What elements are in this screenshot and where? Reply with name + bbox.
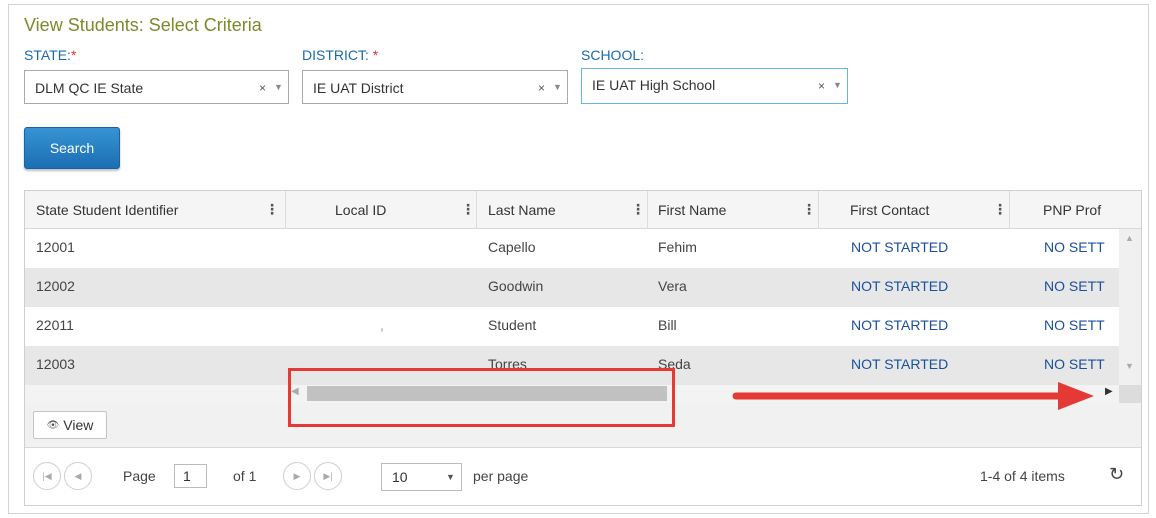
column-title: First Name xyxy=(658,202,727,218)
column-menu-icon[interactable]: ⋮ xyxy=(993,201,1007,218)
column-menu-icon[interactable]: ⋮ xyxy=(802,201,816,218)
search-button[interactable]: Search xyxy=(24,127,120,169)
scroll-corner xyxy=(1119,385,1141,403)
state-select-value: DLM QC IE State xyxy=(35,80,144,96)
school-select[interactable]: IE UAT High School × ▼ xyxy=(581,68,848,104)
vertical-scrollbar[interactable]: ▲ ▼ xyxy=(1119,229,1141,385)
clear-state-icon[interactable]: × xyxy=(259,81,266,95)
page-label: Page xyxy=(123,468,156,484)
column-menu-icon[interactable]: ⋮ xyxy=(461,201,475,218)
table-row[interactable]: 12002 Goodwin Vera NOT STARTED NO SETT xyxy=(25,268,1119,307)
column-menu-icon[interactable]: ⋮ xyxy=(631,201,645,218)
school-label-text: SCHOOL: xyxy=(581,47,645,63)
grid-header: State Student Identifier ⋮ Local ID ⋮ La… xyxy=(25,191,1141,229)
page-size-value: 10 xyxy=(392,469,408,485)
ssid-cell: 12001 xyxy=(36,239,75,255)
page-title: View Students: Select Criteria xyxy=(24,15,262,35)
district-label: DISTRICT: * xyxy=(302,47,378,63)
ssid-cell: 12002 xyxy=(36,278,75,294)
local-id-cell: , xyxy=(380,317,384,333)
column-header-local-id[interactable]: Local ID ⋮ xyxy=(286,191,477,229)
first-contact-link[interactable]: NOT STARTED xyxy=(851,239,948,255)
ssid-cell: 22011 xyxy=(36,317,74,333)
district-select[interactable]: IE UAT District × ▼ xyxy=(302,70,568,104)
table-row[interactable]: 22011 , Student Bill NOT STARTED NO SETT xyxy=(25,307,1119,346)
table-row[interactable]: 12001 Capello Fehim NOT STARTED NO SETT xyxy=(25,229,1119,268)
required-marker: * xyxy=(70,47,77,63)
last-page-icon[interactable]: ▶| xyxy=(314,462,342,490)
annotation-highlight-box xyxy=(288,368,675,427)
district-label-text: DISTRICT: xyxy=(302,47,369,63)
first-page-icon[interactable]: |◀ xyxy=(33,462,61,490)
eye-icon: 👁 xyxy=(46,419,60,431)
first-name-cell: Vera xyxy=(658,278,687,294)
page-count-label: of 1 xyxy=(233,468,257,484)
last-name-cell: Goodwin xyxy=(488,278,544,294)
first-name-cell: Bill xyxy=(658,317,677,333)
chevron-down-icon[interactable]: ▼ xyxy=(833,80,842,90)
page-number-input[interactable]: 1 xyxy=(174,464,207,488)
clear-district-icon[interactable]: × xyxy=(538,81,545,95)
next-page-icon[interactable]: ▶ xyxy=(283,462,311,490)
annotation-arrow xyxy=(732,382,1094,410)
chevron-down-icon: ▼ xyxy=(446,472,455,482)
first-contact-link[interactable]: NOT STARTED xyxy=(851,278,948,294)
refresh-icon[interactable]: ↻ xyxy=(1109,464,1124,485)
column-header-last-name[interactable]: Last Name ⋮ xyxy=(477,191,648,229)
pnp-profile-link[interactable]: NO SETT xyxy=(1044,356,1105,372)
column-header-first-contact[interactable]: First Contact ⋮ xyxy=(819,191,1010,229)
clear-school-icon[interactable]: × xyxy=(818,79,825,93)
school-label: SCHOOL: xyxy=(581,47,644,63)
column-title: Last Name xyxy=(488,202,556,218)
school-select-value: IE UAT High School xyxy=(592,77,716,93)
view-button[interactable]: 👁 View xyxy=(33,411,107,439)
first-contact-link[interactable]: NOT STARTED xyxy=(851,317,948,333)
last-name-cell: Capello xyxy=(488,239,536,255)
per-page-label: per page xyxy=(473,468,529,484)
pnp-profile-link[interactable]: NO SETT xyxy=(1044,317,1105,333)
page-size-select[interactable]: 10 ▼ xyxy=(381,463,462,491)
state-select[interactable]: DLM QC IE State × ▼ xyxy=(24,70,289,104)
state-label-text: STATE: xyxy=(24,47,71,63)
scroll-up-icon[interactable]: ▲ xyxy=(1125,233,1134,243)
chevron-down-icon[interactable]: ▼ xyxy=(274,82,283,92)
ssid-cell: 12003 xyxy=(36,356,75,372)
required-marker: * xyxy=(368,47,379,63)
column-header-pnp-profile[interactable]: PNP Prof xyxy=(1010,191,1141,229)
pager: |◀ ◀ Page 1 of 1 ▶ ▶| 10 ▼ per page 1-4 … xyxy=(25,447,1141,505)
column-title: First Contact xyxy=(850,202,930,218)
scroll-down-icon[interactable]: ▼ xyxy=(1125,361,1134,371)
previous-page-icon[interactable]: ◀ xyxy=(64,462,92,490)
column-title: Local ID xyxy=(335,202,387,218)
column-menu-icon[interactable]: ⋮ xyxy=(265,201,279,218)
column-title: PNP Prof xyxy=(1043,202,1102,218)
chevron-down-icon[interactable]: ▼ xyxy=(553,82,562,92)
column-header-first-name[interactable]: First Name ⋮ xyxy=(648,191,819,229)
items-summary: 1-4 of 4 items xyxy=(980,468,1065,484)
pnp-profile-link[interactable]: NO SETT xyxy=(1044,278,1105,294)
students-grid: State Student Identifier ⋮ Local ID ⋮ La… xyxy=(24,190,1142,506)
column-header-ssid[interactable]: State Student Identifier ⋮ xyxy=(25,191,286,229)
pnp-profile-link[interactable]: NO SETT xyxy=(1044,239,1105,255)
view-button-label: View xyxy=(63,417,94,433)
first-name-cell: Fehim xyxy=(658,239,697,255)
last-name-cell: Student xyxy=(488,317,537,333)
district-select-value: IE UAT District xyxy=(313,80,404,96)
first-contact-link[interactable]: NOT STARTED xyxy=(851,356,948,372)
column-title: State Student Identifier xyxy=(36,202,179,218)
state-label: STATE:* xyxy=(24,47,76,63)
